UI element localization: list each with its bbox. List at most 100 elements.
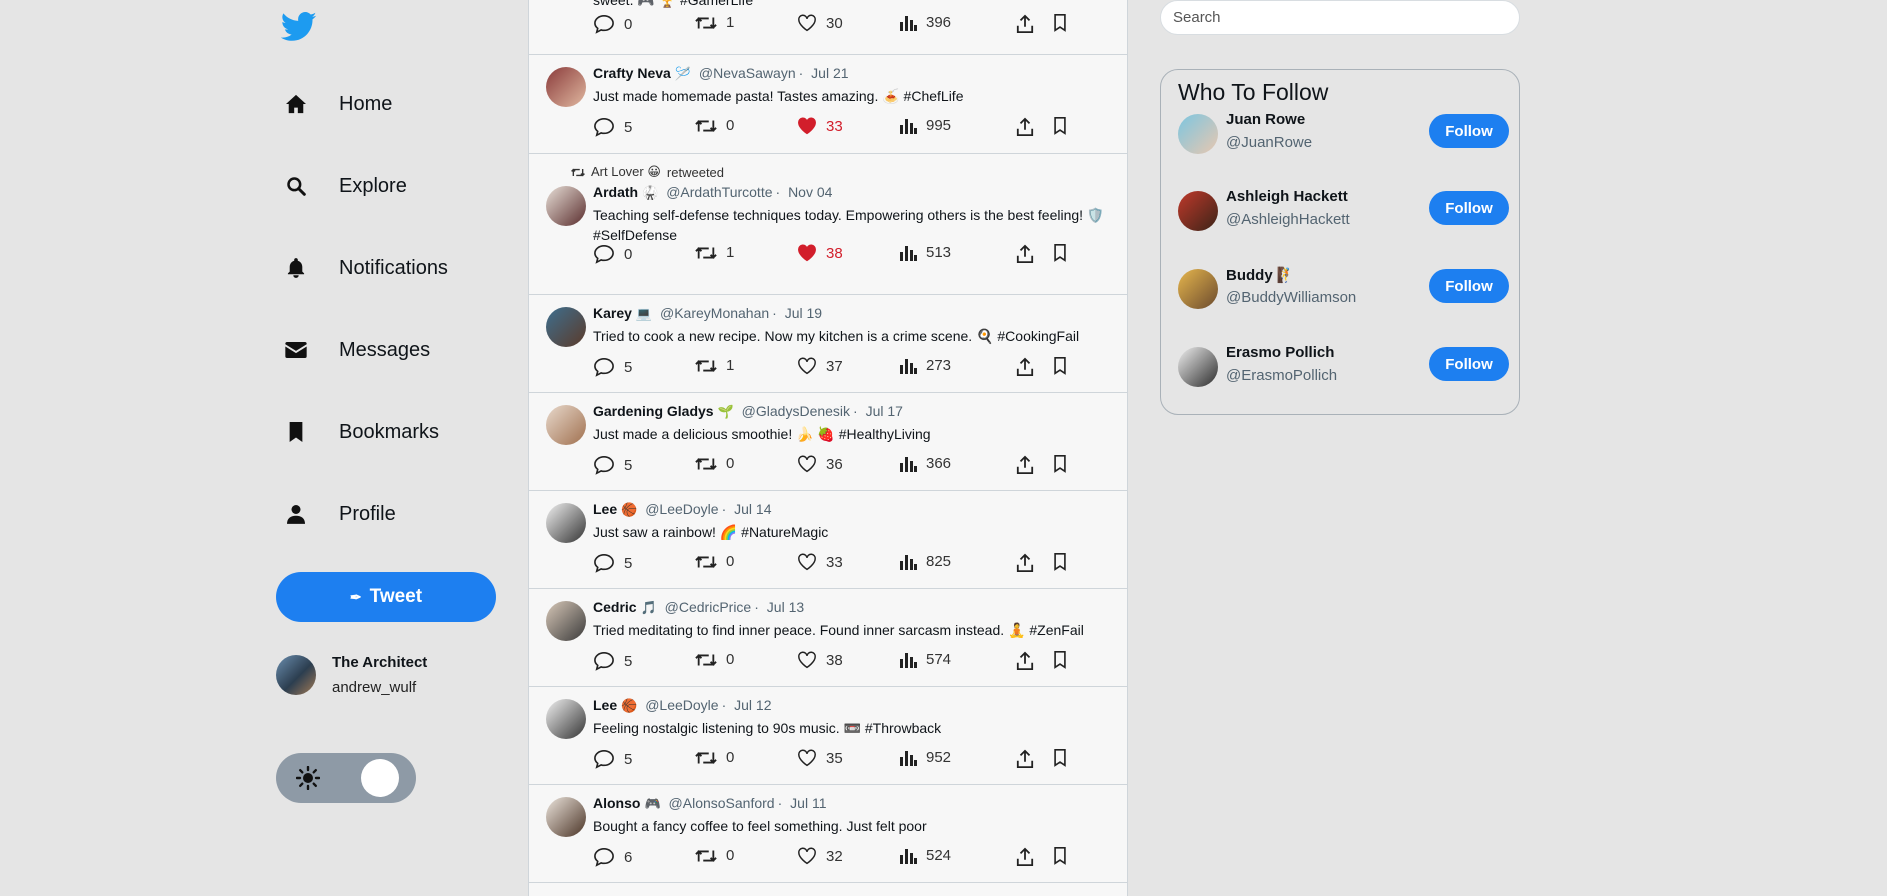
avatar[interactable] bbox=[546, 797, 586, 837]
author-name[interactable]: Cedric bbox=[593, 599, 637, 615]
nav-bookmarks[interactable]: Bookmarks bbox=[283, 412, 439, 452]
share-button[interactable] bbox=[1016, 651, 1034, 671]
author-handle[interactable]: @GladysDenesik bbox=[742, 403, 850, 419]
like-button[interactable]: 30 bbox=[797, 14, 843, 32]
tweet[interactable]: Crafty Neva 🪡 @NevaSawayn · Jul 21 Just ma… bbox=[529, 55, 1127, 154]
author-handle[interactable]: @KareyMonahan bbox=[660, 305, 769, 321]
tweet[interactable]: Art Lover 😀 retweeted Ardath 🥋 @ArdathTur… bbox=[529, 154, 1127, 295]
bookmark-button[interactable] bbox=[1053, 553, 1067, 571]
views-button[interactable]: 366 bbox=[899, 455, 951, 472]
author-name[interactable]: Alonso bbox=[593, 795, 640, 811]
avatar[interactable] bbox=[546, 307, 586, 347]
tweet[interactable]: Lee 🏀 @LeeDoyle · Jul 14 Just saw a rainbo… bbox=[529, 491, 1127, 589]
like-button[interactable]: 38 bbox=[797, 244, 843, 262]
avatar[interactable] bbox=[1178, 347, 1218, 387]
bookmark-button[interactable] bbox=[1053, 244, 1067, 262]
share-button[interactable] bbox=[1016, 357, 1034, 377]
like-button[interactable]: 33 bbox=[797, 117, 843, 135]
tweet-button[interactable]: ✒ Tweet bbox=[276, 572, 496, 622]
bookmark-button[interactable] bbox=[1053, 357, 1067, 375]
nav-profile[interactable]: Profile bbox=[283, 494, 396, 534]
nav-messages[interactable]: Messages bbox=[283, 330, 430, 370]
reply-button[interactable]: 0 bbox=[593, 14, 632, 34]
avatar[interactable] bbox=[546, 67, 586, 107]
share-button[interactable] bbox=[1016, 749, 1034, 769]
author-handle[interactable]: @ArdathTurcotte bbox=[666, 184, 772, 200]
views-button[interactable]: 825 bbox=[899, 553, 951, 570]
suggestion-name[interactable]: Erasmo Pollich bbox=[1226, 344, 1334, 361]
author-name[interactable]: Ardath bbox=[593, 184, 638, 200]
retweet-button[interactable]: 0 bbox=[695, 651, 734, 668]
like-button[interactable]: 32 bbox=[797, 847, 843, 865]
reply-button[interactable]: 5 bbox=[593, 651, 632, 671]
like-button[interactable]: 38 bbox=[797, 651, 843, 669]
bookmark-button[interactable] bbox=[1053, 117, 1067, 135]
follow-button[interactable]: Follow bbox=[1429, 114, 1509, 148]
share-button[interactable] bbox=[1016, 455, 1034, 475]
reply-button[interactable]: 5 bbox=[593, 553, 632, 573]
retweeter-name[interactable]: Art Lover 😀 bbox=[591, 164, 661, 180]
retweet-button[interactable]: 1 bbox=[695, 244, 734, 261]
reply-button[interactable]: 5 bbox=[593, 357, 632, 377]
bookmark-button[interactable] bbox=[1053, 651, 1067, 669]
avatar[interactable] bbox=[546, 503, 586, 543]
views-button[interactable]: 952 bbox=[899, 749, 951, 766]
nav-home[interactable]: Home bbox=[283, 84, 392, 124]
avatar[interactable] bbox=[546, 601, 586, 641]
views-button[interactable]: 396 bbox=[899, 14, 951, 31]
retweet-button[interactable]: 0 bbox=[695, 117, 734, 134]
nav-notifications[interactable]: Notifications bbox=[283, 248, 448, 288]
avatar[interactable] bbox=[1178, 269, 1218, 309]
author-name[interactable]: Gardening Gladys bbox=[593, 403, 714, 419]
suggestion-name[interactable]: Juan Rowe bbox=[1226, 111, 1305, 128]
tweet[interactable]: Alonso 🎮 @AlonsoSanford · Jul 11 Bought a … bbox=[529, 785, 1127, 883]
retweet-button[interactable]: 1 bbox=[695, 14, 734, 31]
follow-button[interactable]: Follow bbox=[1429, 347, 1509, 381]
retweet-button[interactable]: 0 bbox=[695, 749, 734, 766]
retweet-button[interactable]: 0 bbox=[695, 553, 734, 570]
avatar[interactable] bbox=[546, 186, 586, 226]
like-button[interactable]: 36 bbox=[797, 455, 843, 473]
bookmark-button[interactable] bbox=[1053, 847, 1067, 865]
author-handle[interactable]: @LeeDoyle bbox=[645, 697, 718, 713]
bookmark-button[interactable] bbox=[1053, 749, 1067, 767]
author-name[interactable]: Lee bbox=[593, 501, 617, 517]
avatar[interactable] bbox=[1178, 191, 1218, 231]
reply-button[interactable]: 5 bbox=[593, 455, 632, 475]
like-button[interactable]: 33 bbox=[797, 553, 843, 571]
theme-toggle[interactable] bbox=[276, 753, 416, 803]
suggestion-name[interactable]: Buddy 🧗 bbox=[1226, 266, 1296, 284]
share-button[interactable] bbox=[1016, 117, 1034, 137]
tweet[interactable]: Lee 🏀 @LeeDoyle · Jul 12 Feeling nostalgic… bbox=[529, 687, 1127, 785]
author-handle[interactable]: @AlonsoSanford bbox=[669, 795, 775, 811]
author-handle[interactable]: @LeeDoyle bbox=[645, 501, 718, 517]
reply-button[interactable]: 0 bbox=[593, 244, 632, 264]
avatar[interactable] bbox=[1178, 114, 1218, 154]
avatar[interactable] bbox=[546, 699, 586, 739]
like-button[interactable]: 37 bbox=[797, 357, 843, 375]
avatar[interactable] bbox=[546, 405, 586, 445]
retweet-button[interactable]: 0 bbox=[695, 847, 734, 864]
reply-button[interactable]: 5 bbox=[593, 749, 632, 769]
bookmark-button[interactable] bbox=[1053, 14, 1067, 32]
follow-button[interactable]: Follow bbox=[1429, 191, 1509, 225]
current-user[interactable]: The Architect andrew_wulf bbox=[276, 654, 427, 696]
share-button[interactable] bbox=[1016, 847, 1034, 867]
bookmark-button[interactable] bbox=[1053, 455, 1067, 473]
views-button[interactable]: 995 bbox=[899, 117, 951, 134]
views-button[interactable]: 574 bbox=[899, 651, 951, 668]
author-name[interactable]: Crafty Neva bbox=[593, 65, 671, 81]
like-button[interactable]: 35 bbox=[797, 749, 843, 767]
tweet[interactable]: Gardening Gladys 🌱 @GladysDenesik · Jul 17… bbox=[529, 393, 1127, 491]
tweet[interactable]: Karey 💻 @KareyMonahan · Jul 19 Tried to co… bbox=[529, 295, 1127, 393]
author-name[interactable]: Karey bbox=[593, 305, 632, 321]
author-handle[interactable]: @NevaSawayn bbox=[699, 65, 796, 81]
twitter-bird-icon[interactable] bbox=[280, 12, 317, 44]
share-button[interactable] bbox=[1016, 553, 1034, 573]
reply-button[interactable]: 5 bbox=[593, 117, 632, 137]
reply-button[interactable]: 6 bbox=[593, 847, 632, 867]
suggestion-name[interactable]: Ashleigh Hackett bbox=[1226, 188, 1348, 205]
views-button[interactable]: 524 bbox=[899, 847, 951, 864]
author-name[interactable]: Lee bbox=[593, 697, 617, 713]
views-button[interactable]: 273 bbox=[899, 357, 951, 374]
